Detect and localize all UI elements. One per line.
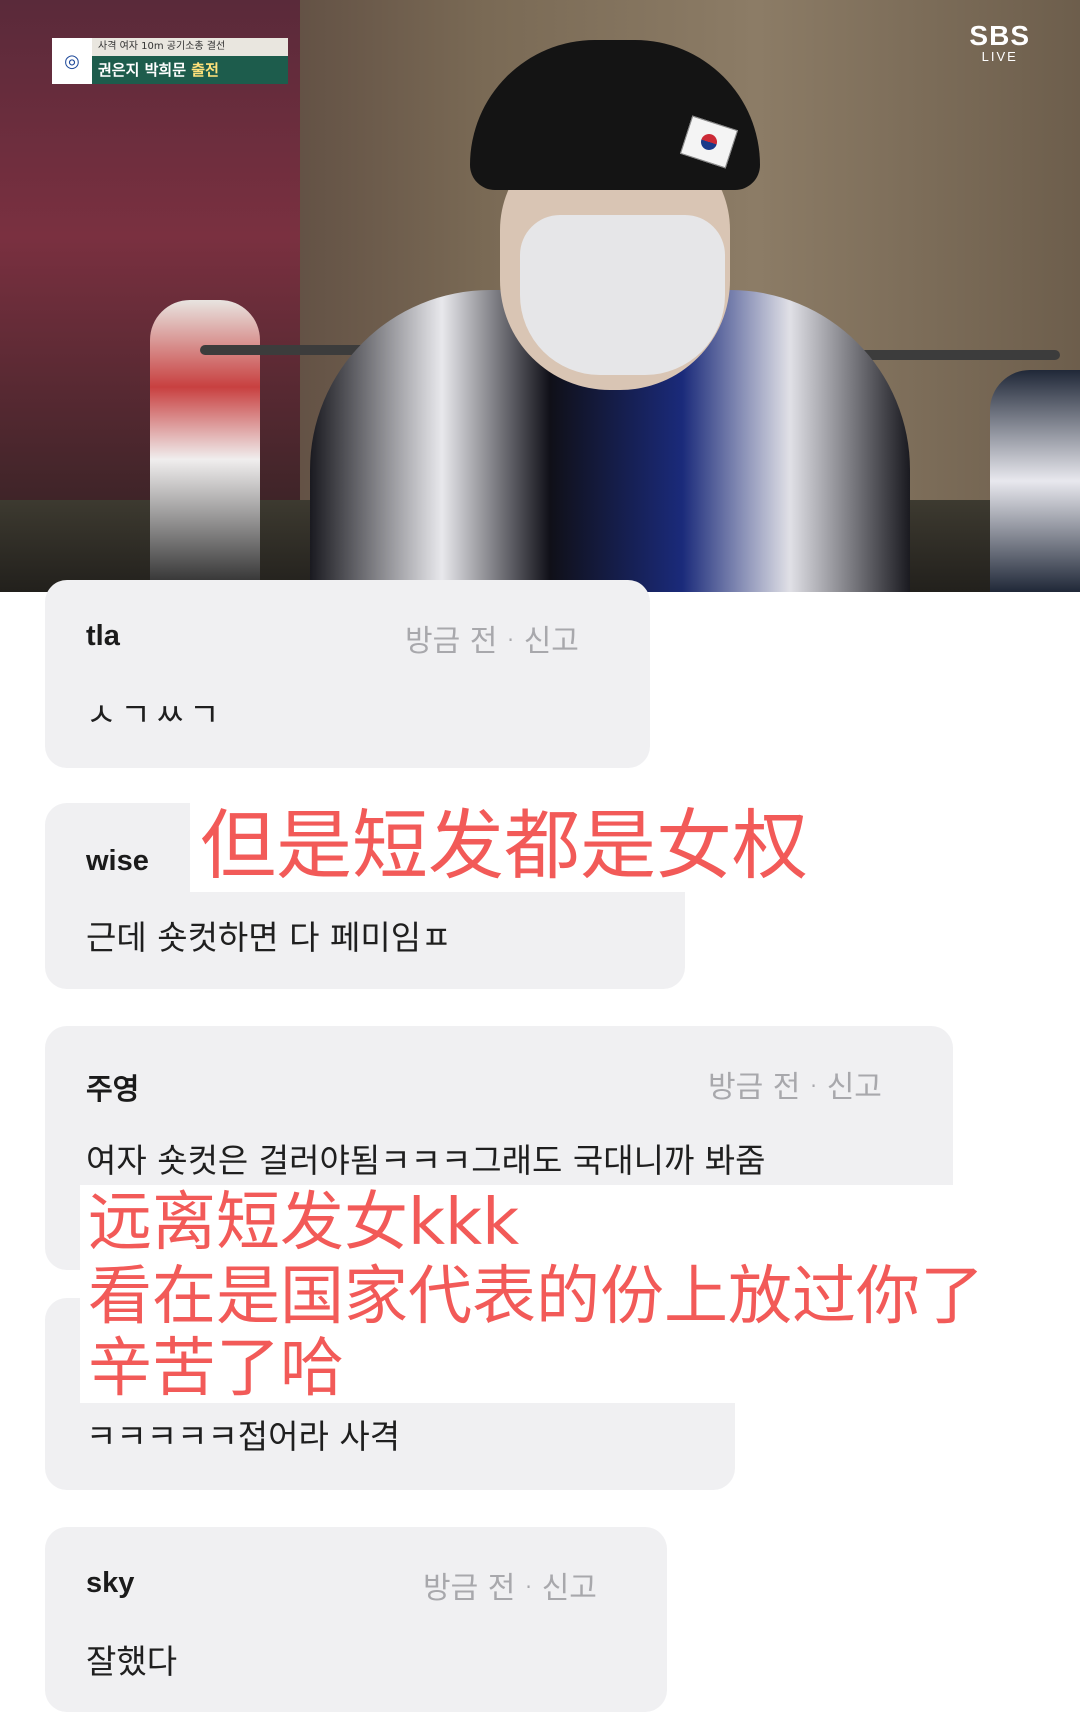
players-status: 출전 [191,61,219,79]
separator-dot: · [810,1074,817,1098]
comment-username[interactable]: wise [86,845,149,878]
red-annotation-line: 看在是国家代表的份上放过你了 [88,1260,984,1334]
report-link[interactable]: 신고 [524,624,579,659]
comment-text: 잘했다 [86,1642,178,1681]
red-annotation: 但是短发都是女权 [190,800,818,892]
comment-username[interactable]: 주영 [86,1066,139,1108]
comment-username[interactable]: tla [86,620,120,653]
network-logo: SBS LIVE [969,22,1030,64]
report-link[interactable]: 신고 [542,1571,597,1606]
report-link[interactable]: 신고 [827,1070,882,1105]
comment-card: sky 방금 전 · 신고 잘했다 [45,1527,667,1712]
comment-time: 방금 전 [405,624,498,659]
comment-time: 방금 전 [423,1571,516,1606]
players-names: 권은지 박희문 [98,61,187,79]
comment-text: 근데 숏컷하면 다 페미임ㅍ [86,918,452,957]
players-caption: 권은지 박희문 출전 [92,56,288,84]
comment-username[interactable]: sky [86,1567,134,1600]
comment-meta: 방금 전 · 신고 [405,616,579,660]
broadcast-caption: ◎ 사격 여자 10m 공기소총 결선 권은지 박희문 출전 [52,38,288,84]
athlete-mask [520,215,725,375]
comment-text: ㅋㅋㅋㅋㅋ접어라 사격 [86,1417,401,1456]
comment-text: ㅅㄱㅆㄱ [86,695,224,734]
live-label: LIVE [981,49,1018,64]
olympic-rings-icon: ◎ [52,38,92,84]
comment-card: tla 방금 전 · 신고 ㅅㄱㅆㄱ [45,580,650,768]
separator-dot: · [507,628,514,652]
red-annotation-line: 辛苦了哈 [88,1332,344,1406]
red-annotation-line: 远离短发女kkk [88,1186,520,1260]
comment-meta: 방금 전 · 신고 [708,1062,882,1106]
comment-meta: 방금 전 · 신고 [423,1563,597,1607]
background-shooter [150,300,260,590]
comment-text: 여자 숏컷은 걸러야됨ㅋㅋㅋ그래도 국대니까 봐줌 [86,1141,766,1180]
network-name: SBS [969,20,1030,51]
event-title: 사격 여자 10m 공기소총 결선 [92,38,288,56]
background-shooter-right [990,370,1080,592]
athlete-cap [470,40,760,190]
comment-time: 방금 전 [708,1070,801,1105]
separator-dot: · [525,1575,532,1599]
video-frame[interactable]: ◎ 사격 여자 10m 공기소총 결선 권은지 박희문 출전 SBS LIVE [0,0,1080,592]
